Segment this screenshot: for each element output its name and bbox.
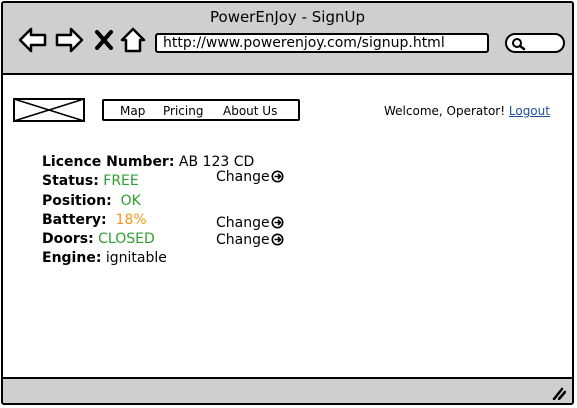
menu-item-map[interactable]: Map xyxy=(120,104,145,118)
main-menu: Map Pricing About Us xyxy=(102,99,300,121)
doors-value: CLOSED xyxy=(98,231,155,248)
change-battery-button[interactable]: Change xyxy=(216,215,284,231)
licence-value: AB 123 CD xyxy=(178,154,255,170)
circle-arrow-right-icon xyxy=(271,216,284,229)
search-field[interactable] xyxy=(505,33,565,53)
battery-label: Battery: xyxy=(42,211,107,228)
resize-grip-icon[interactable] xyxy=(550,386,566,400)
menu-item-pricing[interactable]: Pricing xyxy=(163,104,203,118)
welcome-message: Welcome, Operator! Logout xyxy=(384,104,550,118)
logout-link[interactable]: Logout xyxy=(509,104,550,118)
change-battery-label: Change xyxy=(216,215,270,231)
menu-item-about-us[interactable]: About Us xyxy=(223,104,277,118)
battery-value: 18% xyxy=(115,211,147,228)
forward-arrow-icon[interactable] xyxy=(54,27,84,53)
licence-label: Licence Number: xyxy=(42,154,175,170)
status-label: Status: xyxy=(42,173,99,190)
circle-arrow-right-icon xyxy=(271,170,284,183)
doors-label: Doors: xyxy=(42,231,94,248)
engine-label: Engine: xyxy=(42,250,102,267)
engine-row: Engine: ignitable xyxy=(42,249,254,268)
status-value: FREE xyxy=(103,173,139,190)
browser-window: PowerEnJoy - SignUp http://www.powerenjo… xyxy=(1,1,574,405)
change-status-button[interactable]: Change xyxy=(216,169,284,185)
home-icon[interactable] xyxy=(120,27,146,53)
back-arrow-icon[interactable] xyxy=(18,27,48,53)
url-input[interactable]: http://www.powerenjoy.com/signup.html xyxy=(155,33,489,53)
engine-value: ignitable xyxy=(105,250,167,267)
logo-placeholder xyxy=(13,98,85,122)
position-label: Position: xyxy=(42,192,112,209)
position-value: OK xyxy=(120,192,141,209)
status-bar xyxy=(3,377,572,403)
circle-arrow-right-icon xyxy=(271,233,284,246)
change-doors-button[interactable]: Change xyxy=(216,232,284,248)
browser-chrome: PowerEnJoy - SignUp http://www.powerenjo… xyxy=(3,3,572,75)
change-doors-label: Change xyxy=(216,232,270,248)
position-row: Position: OK xyxy=(42,192,254,211)
change-status-label: Change xyxy=(216,169,270,185)
stop-icon[interactable] xyxy=(94,27,114,53)
search-icon xyxy=(512,38,526,51)
welcome-text: Welcome, Operator! xyxy=(384,104,506,118)
window-title: PowerEnJoy - SignUp xyxy=(210,8,365,26)
